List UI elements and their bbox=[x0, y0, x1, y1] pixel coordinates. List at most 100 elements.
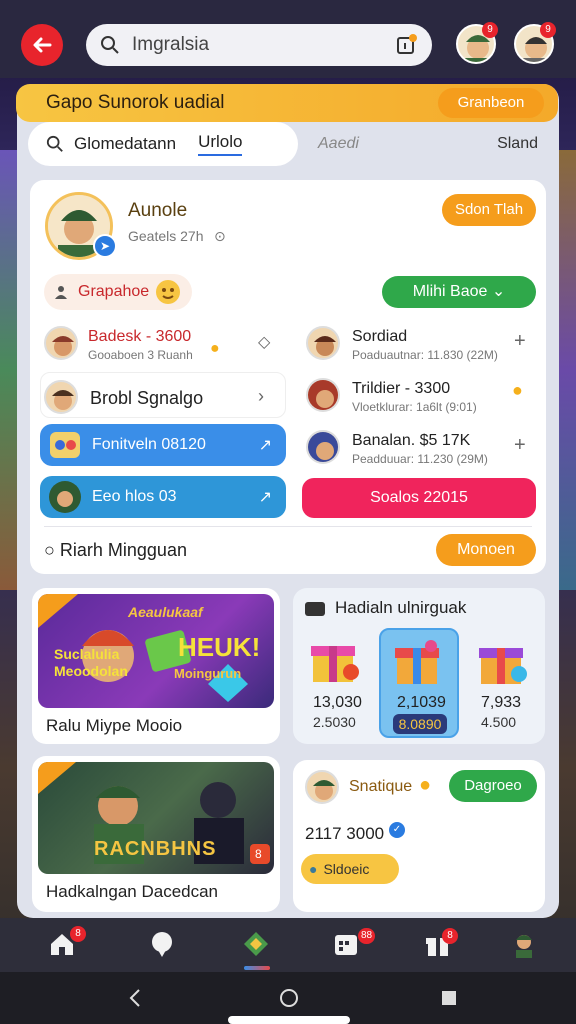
back-button[interactable] bbox=[21, 24, 63, 66]
game-art-badge: 8 bbox=[255, 847, 262, 861]
list-item-subtitle: Gooaboen 3 Ruanh bbox=[88, 348, 193, 362]
calendar-icon bbox=[305, 602, 325, 616]
tab-2[interactable]: Urlolo bbox=[198, 132, 243, 156]
list-item-avatar bbox=[306, 378, 340, 412]
promo-banner: Gapo Sunorok uadial Granbeon bbox=[16, 84, 558, 122]
social-chip-label: Sldoeic bbox=[323, 861, 370, 877]
chevron-icon[interactable]: ◇ bbox=[258, 332, 270, 352]
list-item-title: Banalan. $5 17K bbox=[352, 432, 471, 449]
chat-icon[interactable] bbox=[148, 930, 176, 958]
blue-pill-label: Fonitveln 08120 bbox=[92, 436, 206, 453]
gift-box-icon bbox=[479, 648, 527, 684]
games-icon[interactable] bbox=[242, 930, 270, 958]
scan-icon[interactable] bbox=[394, 33, 418, 57]
chip-label: Grapahoe bbox=[78, 283, 150, 300]
search-input[interactable]: Imgralsia bbox=[132, 34, 394, 56]
teal-action-pill[interactable]: Eeo hlos 03 ↗ bbox=[40, 476, 286, 518]
weekly-reward-card: Hadialn ulnirguak 13,030 2.5030 2,1039 8… bbox=[293, 588, 545, 744]
reward-sub: 2.5030 bbox=[313, 714, 356, 730]
profile-card: ➤ Aunole Geatels 27h ⊙ Sdon Tlah Grapaho… bbox=[30, 180, 546, 574]
profile-subtitle: Geatels 27h bbox=[128, 228, 204, 244]
game-card-2-label: Hadkalngan Dacedcan bbox=[46, 882, 219, 901]
footer-text: Riarh Mingguan bbox=[59, 540, 187, 560]
reward-value: 2,1039 bbox=[397, 694, 446, 711]
search-bar[interactable]: Imgralsia bbox=[86, 24, 432, 66]
profile-chip[interactable]: Grapahoe bbox=[44, 274, 192, 310]
tab-search-pill[interactable]: Glomedatann Urlolo bbox=[28, 122, 298, 166]
back-nav-icon[interactable] bbox=[124, 986, 148, 1010]
arrow-icon: ↗ bbox=[258, 489, 272, 506]
gift-box-icon bbox=[311, 646, 359, 682]
list-item-title: Sordiad bbox=[352, 328, 408, 345]
emoji-badge-icon: ● bbox=[419, 774, 432, 796]
verified-icon: ✓ bbox=[389, 822, 405, 838]
reward-sub: 8.0890 bbox=[393, 714, 447, 734]
follow-button[interactable]: Sdon Tlah bbox=[442, 194, 536, 226]
list-item-avatar bbox=[44, 380, 78, 414]
profile-icon[interactable] bbox=[510, 930, 538, 958]
tab-1[interactable]: Glomedatann bbox=[74, 134, 176, 154]
recents-nav-icon[interactable] bbox=[437, 986, 461, 1010]
location-icon: ⊙ bbox=[214, 228, 226, 244]
plus-icon[interactable]: + bbox=[514, 434, 526, 457]
reward-value: 7,933 bbox=[481, 694, 522, 711]
list-item-avatar bbox=[44, 326, 78, 360]
weekly-title: Hadialn ulnirguak bbox=[335, 598, 467, 617]
social-button[interactable]: Dagroeo bbox=[449, 770, 537, 802]
dropdown-button[interactable]: Mlihi Baoe ⌄ bbox=[382, 276, 536, 308]
game-art-2: RACNBHNS 8 bbox=[38, 762, 274, 874]
home-nav-icon[interactable] bbox=[277, 986, 301, 1010]
list-item-title: Brobl Sgnalgo bbox=[90, 388, 204, 408]
divider bbox=[44, 526, 532, 527]
game-card-2[interactable]: RACNBHNS 8 Hadkalngan Dacedcan bbox=[32, 756, 280, 912]
emoji-badge-icon bbox=[156, 280, 181, 304]
list-item-subtitle: Vloetklurar: 1a6lt (9:01) bbox=[352, 400, 477, 414]
banner-button[interactable]: Granbeon bbox=[438, 88, 544, 118]
blue-action-pill[interactable]: Fonitveln 08120 ↗ bbox=[40, 424, 286, 466]
emoji-icon: ● bbox=[309, 861, 318, 877]
user-icon bbox=[55, 286, 67, 299]
coin-icon: ● bbox=[210, 340, 220, 357]
social-card: Snatique ● Dagroeo 2117 3000 ✓ ● Sldoeic bbox=[293, 760, 545, 912]
chevron-right-icon: › bbox=[258, 386, 264, 406]
notification-badge: 9 bbox=[482, 22, 498, 38]
nav-badge: 88 bbox=[358, 928, 376, 944]
game-card-1[interactable]: Aeaulukaaf HEUK! Suclalulia Meoodolan Mo… bbox=[32, 588, 280, 744]
game-art-side-text: Suclalulia Meoodolan bbox=[54, 646, 128, 679]
social-chip[interactable]: ● Sldoeic bbox=[301, 854, 399, 884]
plus-icon[interactable]: + bbox=[514, 330, 526, 353]
tab-3[interactable]: Aaedi bbox=[318, 135, 359, 153]
game-icon bbox=[50, 432, 80, 458]
gift-box-icon bbox=[395, 640, 439, 684]
social-name: Snatique bbox=[349, 778, 413, 795]
list-item-subtitle: Peadduuar: 11.230 (29M) bbox=[352, 452, 488, 466]
game-art-1: Aeaulukaaf HEUK! Suclalulia Meoodolan Mo… bbox=[38, 594, 274, 708]
red-action-button[interactable]: Soalos 22015 bbox=[302, 478, 536, 518]
nav-badge: 8 bbox=[442, 928, 458, 944]
calendar-icon[interactable] bbox=[332, 930, 360, 958]
chevron-down-icon: ⌄ bbox=[491, 283, 506, 300]
profile-name: Aunole bbox=[128, 200, 188, 221]
tab-4[interactable]: Sland bbox=[497, 135, 538, 153]
verified-icon: ➤ bbox=[93, 234, 117, 258]
search-icon bbox=[46, 135, 63, 152]
list-item-title: Trildier - 3300 bbox=[352, 380, 451, 397]
home-indicator bbox=[228, 1016, 350, 1024]
arrow-icon: ↗ bbox=[258, 437, 272, 454]
game-art-title: HEUK! bbox=[178, 632, 261, 662]
reward-sub: 4.500 bbox=[481, 714, 517, 730]
banner-title: Gapo Sunorok uadial bbox=[46, 92, 225, 113]
list-item-subtitle: Poaduautnar: 11.830 (22M) bbox=[352, 348, 498, 362]
list-item-avatar bbox=[306, 430, 340, 464]
dropdown-label: Mlihi Baoe bbox=[412, 283, 488, 300]
game-art-bottom-text: Moingurun bbox=[174, 666, 242, 681]
notification-badge: 9 bbox=[540, 22, 556, 38]
footer-button[interactable]: Monoen bbox=[436, 534, 536, 566]
search-icon bbox=[101, 36, 119, 54]
tab-bar: Glomedatann Urlolo Aaedi Sland bbox=[28, 122, 548, 168]
list-item-title: Badesk - 3600 bbox=[88, 328, 192, 345]
reward-value: 13,030 bbox=[313, 694, 362, 711]
footer-label: ○ Riarh Mingguan bbox=[44, 540, 187, 561]
active-indicator bbox=[244, 966, 270, 970]
avatar-icon bbox=[49, 481, 81, 513]
